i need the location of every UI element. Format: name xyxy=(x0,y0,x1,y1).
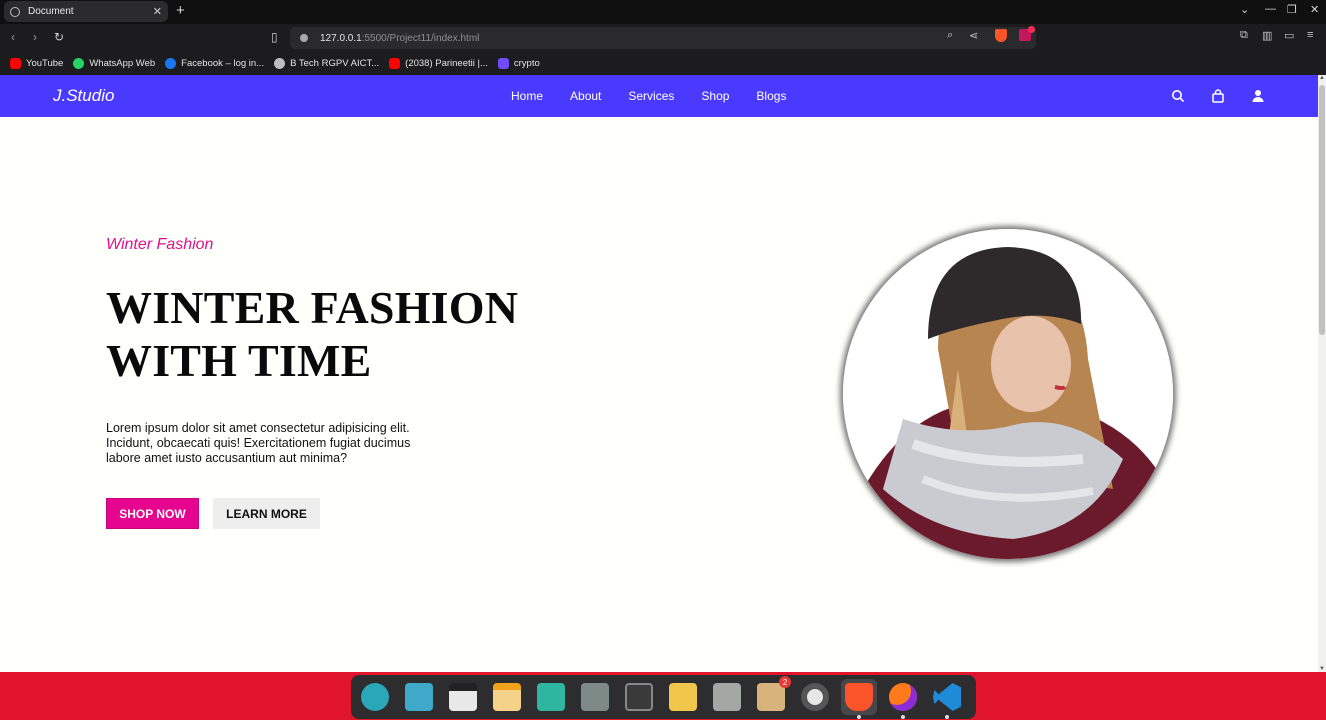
web-page: J.Studio Home About Services Shop Blogs … xyxy=(0,75,1318,672)
facebook-icon xyxy=(165,58,177,69)
tab-title: Document xyxy=(28,6,74,17)
brave-shield-icon[interactable] xyxy=(995,29,1007,42)
bookmark-icon[interactable]: ▯ xyxy=(271,30,278,44)
hero-title: WINTER FASHION WITH TIME xyxy=(106,281,518,387)
reload-icon[interactable]: ↻ xyxy=(54,30,64,44)
browser-tab[interactable]: Document ✕ xyxy=(4,1,168,22)
youtube-icon xyxy=(389,58,401,69)
crown-icon xyxy=(497,58,509,69)
nav-blogs[interactable]: Blogs xyxy=(756,89,786,103)
site-logo[interactable]: J.Studio xyxy=(53,86,114,106)
back-icon[interactable]: ‹ xyxy=(11,30,15,44)
page-scrollbar[interactable]: ▲ ▼ xyxy=(1318,75,1326,672)
hero-title-line2: WITH TIME xyxy=(106,335,372,386)
close-window-button[interactable]: ✕ xyxy=(1310,3,1319,16)
user-circle-icon xyxy=(274,58,286,69)
forward-icon[interactable]: › xyxy=(33,30,37,44)
wallet-icon[interactable]: ▭ xyxy=(1284,29,1294,42)
calculator-app-icon[interactable] xyxy=(577,679,613,715)
share-icon[interactable]: ⋖ xyxy=(969,29,978,42)
vscode-editor-icon[interactable] xyxy=(929,679,965,719)
nav-home[interactable]: Home xyxy=(511,89,543,103)
menu-icon[interactable]: ≡ xyxy=(1307,29,1313,41)
hero-model-image xyxy=(843,229,1173,559)
bag-icon[interactable] xyxy=(1211,89,1225,103)
bookmark-crypto[interactable]: crypto xyxy=(497,58,540,69)
sidebar-icon[interactable]: ▥ xyxy=(1262,29,1272,42)
whatsapp-icon xyxy=(73,58,85,69)
scroll-up-icon[interactable]: ▲ xyxy=(1318,75,1326,81)
folder-app-icon[interactable] xyxy=(709,679,745,715)
bookmark-label: Facebook – log in... xyxy=(181,58,265,69)
bookmark-label: crypto xyxy=(513,58,540,69)
browser-toolbar: ‹ › ↻ ▯ 127.0.0.1:5500/Project11/index.h… xyxy=(0,24,1326,52)
mail-app-icon[interactable] xyxy=(665,679,701,715)
user-icon[interactable] xyxy=(1251,89,1265,103)
brave-browser-icon[interactable] xyxy=(841,679,877,719)
brave-rewards-icon[interactable] xyxy=(1019,26,1035,41)
bookmark-rgpv[interactable]: B Tech RGPV AICT... xyxy=(274,58,379,69)
shop-now-button[interactable]: SHOP NOW xyxy=(106,498,199,529)
tab-list-icon[interactable]: ⌄ xyxy=(1240,3,1249,16)
bookmark-label: B Tech RGPV AICT... xyxy=(290,58,380,69)
globe-icon xyxy=(10,6,20,17)
site-header: J.Studio Home About Services Shop Blogs xyxy=(0,75,1318,117)
hero-title-line1: WINTER FASHION xyxy=(106,282,519,333)
youtube-icon xyxy=(10,58,21,69)
learn-more-button[interactable]: LEARN MORE xyxy=(213,498,320,529)
files-manager-icon[interactable] xyxy=(401,679,437,715)
search-app-icon[interactable] xyxy=(357,679,393,715)
nav-shop[interactable]: Shop xyxy=(701,89,729,103)
bookmark-label: (2038) Parineetii |... xyxy=(405,58,488,69)
url-host: 127.0.0.1 xyxy=(320,32,362,44)
address-bar[interactable]: 127.0.0.1:5500/Project11/index.html xyxy=(290,27,1036,49)
nav-services[interactable]: Services xyxy=(628,89,674,103)
hero-tagline: Winter Fashion xyxy=(106,236,214,253)
bookmark-label: YouTube xyxy=(26,58,64,69)
contacts-app-icon[interactable] xyxy=(533,679,569,715)
settings-app-icon[interactable] xyxy=(797,679,833,715)
main-nav: Home About Services Shop Blogs xyxy=(511,89,786,103)
video-app-icon[interactable] xyxy=(445,679,481,715)
bookmarks-bar: YouTube WhatsApp Web Facebook – log in..… xyxy=(0,52,1326,75)
nav-about[interactable]: About xyxy=(570,89,601,103)
calendar-app-icon[interactable] xyxy=(489,679,525,715)
bookmark-youtube[interactable]: YouTube xyxy=(10,58,63,69)
bookmark-parineetii[interactable]: (2038) Parineetii |... xyxy=(389,58,488,69)
bookmark-whatsapp[interactable]: WhatsApp Web xyxy=(73,58,155,69)
tab-close-icon[interactable]: ✕ xyxy=(153,5,162,18)
search-icon[interactable] xyxy=(1171,89,1185,103)
browser-tabbar: Document ✕ + ⌄ — ❐ ✕ xyxy=(0,0,1326,24)
site-info-icon[interactable] xyxy=(300,34,308,42)
zoom-icon[interactable]: ⌕ xyxy=(947,29,953,42)
bookmark-facebook[interactable]: Facebook – log in... xyxy=(165,58,264,69)
minimize-button[interactable]: — xyxy=(1265,3,1276,15)
firefox-browser-icon[interactable] xyxy=(885,679,921,719)
hero-description: Lorem ipsum dolor sit amet consectetur a… xyxy=(106,421,411,465)
maximize-button[interactable]: ❐ xyxy=(1287,3,1297,16)
url-path: :5500/Project11/index.html xyxy=(361,32,480,44)
archive-app-icon[interactable]: 2 xyxy=(753,676,791,715)
scroll-thumb[interactable] xyxy=(1319,85,1325,335)
archive-badge: 2 xyxy=(779,676,791,688)
app-dock: 2 xyxy=(351,675,976,719)
terminal-app-icon[interactable] xyxy=(621,679,657,715)
new-tab-button[interactable]: + xyxy=(176,2,185,19)
bookmark-label: WhatsApp Web xyxy=(89,58,156,69)
extensions-icon[interactable]: ⧉ xyxy=(1240,29,1248,42)
